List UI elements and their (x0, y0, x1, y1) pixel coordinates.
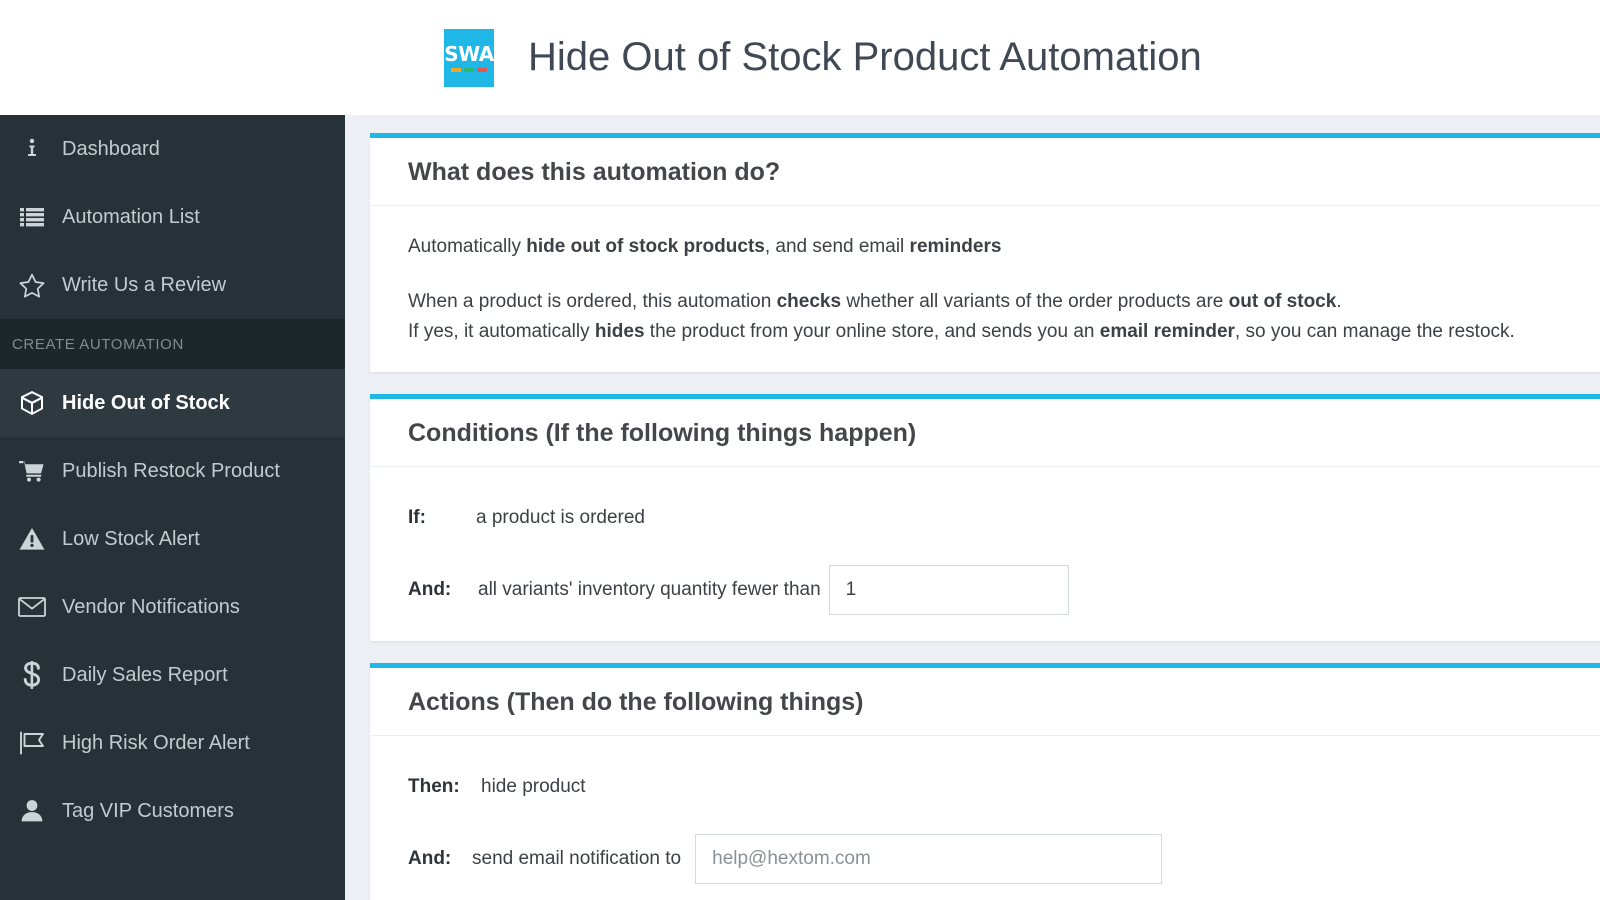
sidebar-section-label: CREATE AUTOMATION (12, 335, 184, 353)
conditions-card: Conditions (If the following things happ… (370, 394, 1600, 642)
sidebar-item-label: Vendor Notifications (62, 595, 240, 618)
logo-bar-red (477, 67, 487, 72)
sidebar-item-label: Daily Sales Report (62, 663, 228, 686)
sidebar-item-label: Publish Restock Product (62, 459, 280, 482)
sidebar-item-label: Dashboard (62, 137, 160, 160)
sidebar: Dashboard Automation List Write Us a Rev… (0, 115, 345, 900)
app-logo: SWA (444, 28, 494, 87)
condition-and-row: And: all variants' inventory quantity fe… (408, 565, 1600, 616)
sidebar-item-high-risk-order-alert[interactable]: High Risk Order Alert (0, 709, 345, 777)
automation-detail-line-1: When a product is ordered, this automati… (408, 291, 1342, 313)
person-icon (12, 799, 52, 823)
card-body: Then: hide product And: send email notif… (370, 736, 1600, 900)
action-then-row: Then: hide product (408, 762, 1600, 812)
page-title: Hide Out of Stock Product Automation (528, 35, 1202, 79)
box-icon (12, 390, 52, 416)
app-header: SWA Hide Out of Stock Product Automation (0, 0, 1600, 115)
sidebar-item-publish-restock-product[interactable]: Publish Restock Product (0, 437, 345, 505)
sidebar-item-label: High Risk Order Alert (62, 731, 250, 754)
condition-if-label: If: (408, 507, 426, 529)
warning-icon (12, 527, 52, 551)
logo-bar-green (464, 67, 474, 72)
card-header: What does this automation do? (370, 138, 1600, 206)
sidebar-item-hide-out-of-stock[interactable]: Hide Out of Stock (0, 369, 345, 437)
action-and-label: And: (408, 848, 452, 870)
dollar-icon (12, 661, 52, 689)
logo-bars (451, 67, 487, 72)
actions-card: Actions (Then do the following things) T… (370, 663, 1600, 900)
star-icon (12, 273, 52, 298)
logo-text: SWA (444, 41, 494, 66)
sidebar-item-vendor-notifications[interactable]: Vendor Notifications (0, 573, 345, 641)
condition-if-text: a product is ordered (476, 507, 645, 529)
card-body: Automatically hide out of stock products… (370, 206, 1600, 372)
sidebar-item-tag-vip-customers[interactable]: Tag VIP Customers (0, 777, 345, 845)
action-and-row: And: send email notification to help@hex… (408, 834, 1600, 885)
notification-email-input[interactable]: help@hextom.com (695, 834, 1163, 885)
info-icon (12, 137, 52, 161)
envelope-icon (12, 596, 52, 618)
condition-and-text: all variants' inventory quantity fewer t… (478, 579, 821, 601)
sidebar-item-automation-list[interactable]: Automation List (0, 183, 345, 251)
actions-card-title: Actions (Then do the following things) (408, 688, 864, 717)
sidebar-item-label: Tag VIP Customers (62, 799, 234, 822)
action-then-text: hide product (481, 776, 586, 798)
main-content: What does this automation do? Automatica… (345, 115, 1600, 900)
inventory-quantity-input[interactable]: 1 (828, 565, 1069, 616)
automation-detail-line-2: If yes, it automatically hides the produ… (408, 320, 1515, 342)
card-header: Actions (Then do the following things) (370, 668, 1600, 737)
action-then-label: Then: (408, 776, 460, 798)
automation-summary: Automatically hide out of stock products… (408, 236, 1002, 257)
sidebar-item-write-review[interactable]: Write Us a Review (0, 251, 345, 319)
sidebar-item-label: Low Stock Alert (62, 527, 200, 550)
logo-bar-orange (451, 67, 461, 72)
about-automation-card: What does this automation do? Automatica… (370, 133, 1600, 373)
sidebar-item-dashboard[interactable]: Dashboard (0, 115, 345, 183)
sidebar-item-label: Automation List (62, 205, 200, 228)
sidebar-item-label: Hide Out of Stock (62, 391, 230, 414)
condition-and-label: And: (408, 579, 452, 601)
list-icon (12, 207, 52, 227)
about-card-title: What does this automation do? (408, 158, 781, 186)
flag-icon (12, 731, 52, 755)
cart-icon (12, 460, 52, 482)
sidebar-item-daily-sales-report[interactable]: Daily Sales Report (0, 641, 345, 709)
sidebar-item-low-stock-alert[interactable]: Low Stock Alert (0, 505, 345, 573)
action-and-text: send email notification to (472, 848, 682, 870)
conditions-card-title: Conditions (If the following things happ… (408, 419, 917, 448)
card-body: If: a product is ordered And: all varian… (370, 467, 1600, 641)
sidebar-item-label: Write Us a Review (62, 273, 227, 296)
condition-if-row: If: a product is ordered (408, 493, 1600, 543)
card-header: Conditions (If the following things happ… (370, 399, 1600, 468)
header-content: SWA Hide Out of Stock Product Automation (444, 28, 1202, 87)
sidebar-section-create-automation: CREATE AUTOMATION (0, 319, 345, 369)
